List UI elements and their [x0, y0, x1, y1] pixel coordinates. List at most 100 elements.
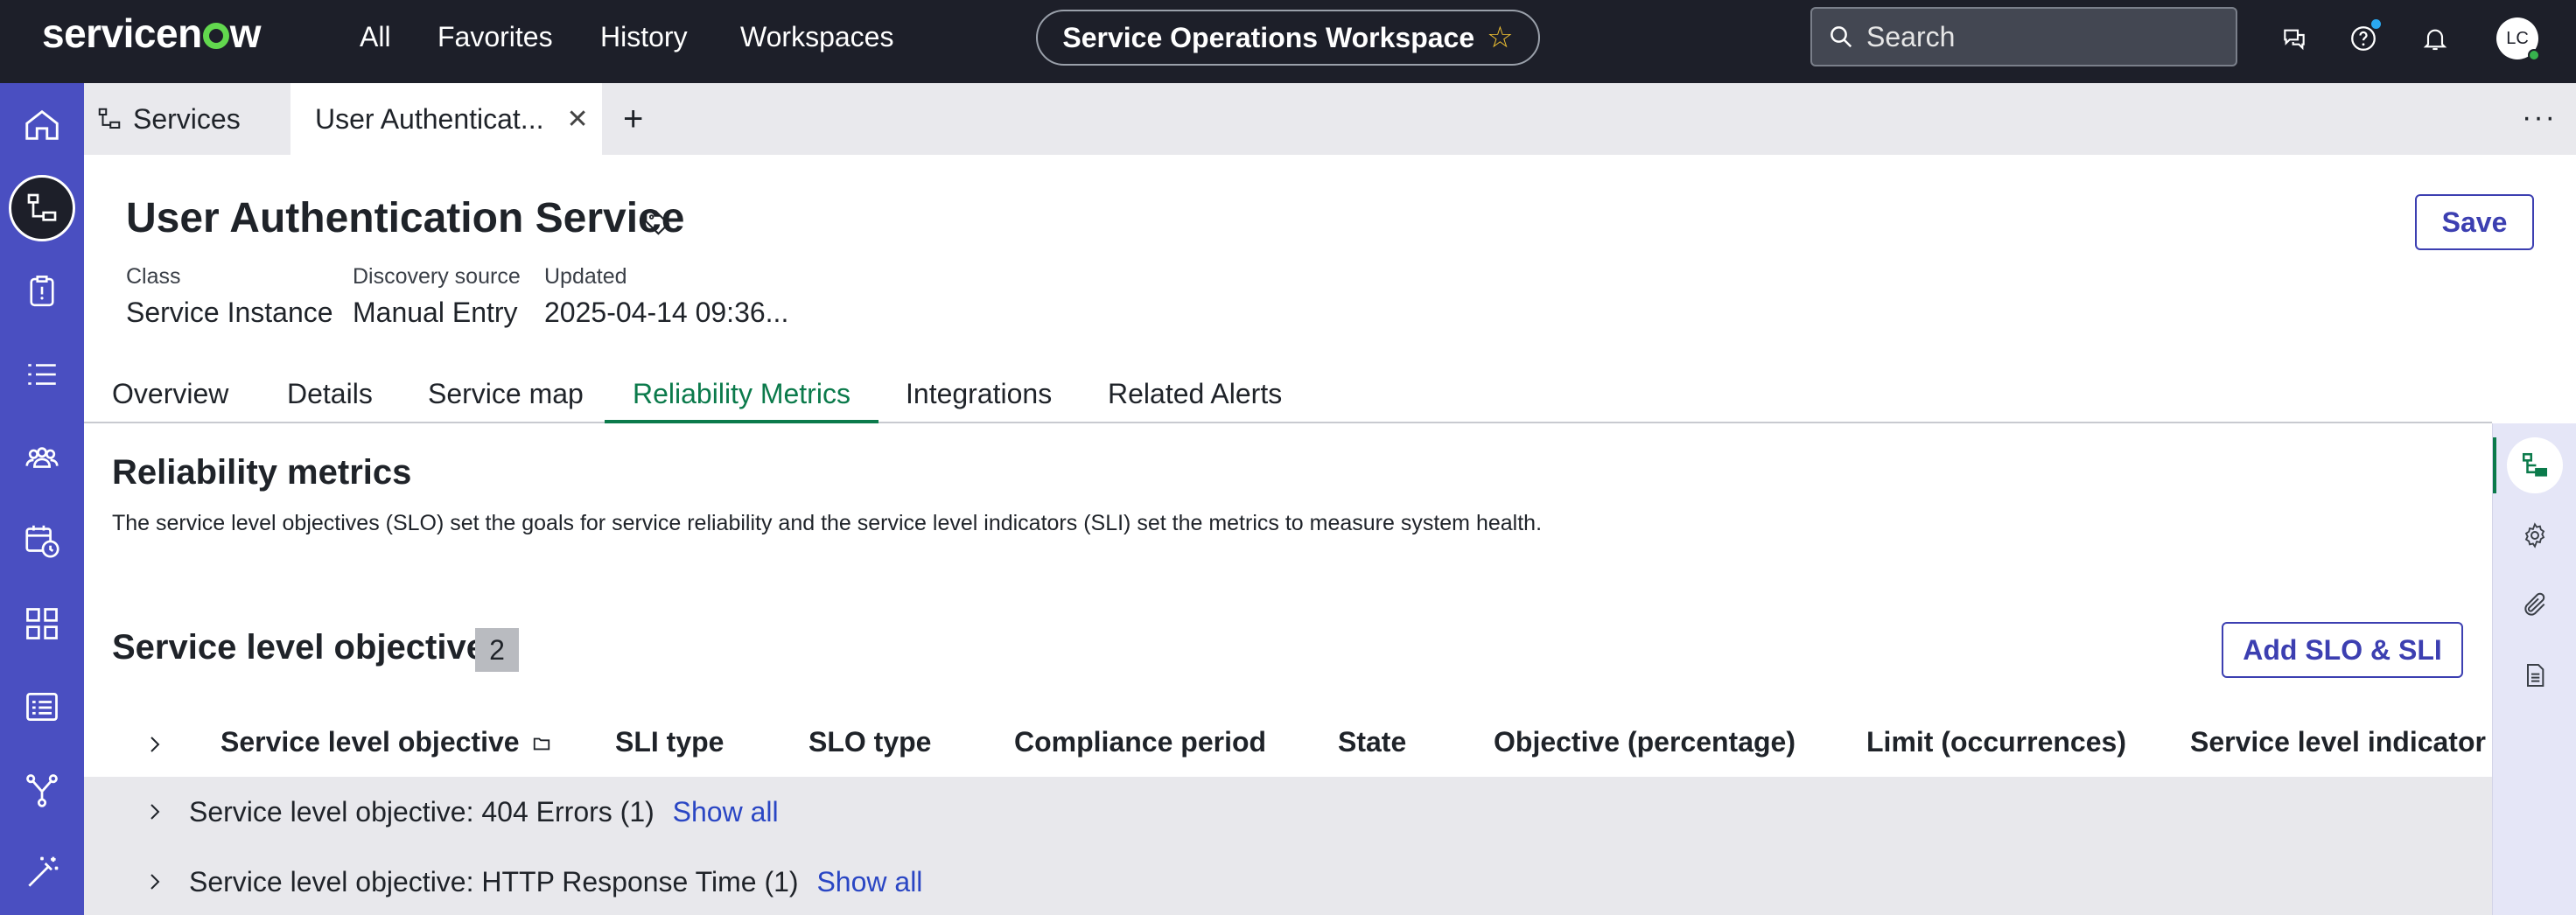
online-status-dot — [2528, 49, 2540, 61]
rail-home[interactable] — [0, 90, 84, 160]
star-icon[interactable]: ☆ — [1487, 20, 1513, 55]
column-header-objective[interactable]: Objective (percentage) — [1494, 726, 1796, 758]
folder-icon — [534, 737, 550, 751]
logo-text: servicen — [42, 10, 202, 56]
meta-value: 2025-04-14 09:36... — [544, 297, 789, 328]
chat-icon[interactable] — [2277, 21, 2312, 56]
tag-icon[interactable] — [642, 206, 672, 241]
group-row-text: Service level objective: 404 Errors (1) … — [189, 796, 779, 828]
list-icon — [28, 364, 56, 385]
gear-icon — [2524, 522, 2545, 548]
workspace-label: Service Operations Workspace — [1062, 21, 1475, 53]
expand-all-chevron-icon[interactable] — [142, 731, 168, 758]
nav-workspaces[interactable]: Workspaces — [740, 19, 893, 54]
top-navigation-bar: servicen w All Favorites History Workspac… — [0, 0, 2576, 83]
tab-user-authentication[interactable]: User Authenticat... ✕ — [290, 83, 602, 155]
tab-service-map[interactable]: Service map — [428, 367, 584, 423]
document-panel-button[interactable] — [2507, 647, 2563, 703]
tab-overview[interactable]: Overview — [112, 367, 228, 423]
table-row: Service level objective: 404 Errors (1) … — [84, 777, 2492, 847]
meta-value: Manual Entry — [353, 297, 518, 328]
plus-icon: + — [623, 99, 644, 138]
add-tab-button[interactable]: + — [623, 83, 658, 155]
attachments-panel-button[interactable] — [2507, 577, 2563, 633]
calendar-clock-icon — [25, 525, 60, 558]
tab-related-alerts[interactable]: Related Alerts — [1108, 367, 1282, 423]
nav-all[interactable]: All — [360, 19, 391, 54]
table-row: Service level objective: HTTP Response T… — [84, 847, 2492, 915]
user-avatar[interactable]: LC — [2496, 17, 2540, 61]
service-map-panel-button[interactable] — [2507, 437, 2563, 493]
column-header-slo-type[interactable]: SLO type — [808, 726, 931, 758]
save-button[interactable]: Save — [2415, 194, 2534, 250]
column-header-sli-type[interactable]: SLI type — [615, 726, 724, 758]
global-search[interactable] — [1810, 7, 2237, 66]
show-all-link[interactable]: Show all — [673, 796, 779, 828]
close-icon[interactable]: ✕ — [566, 104, 588, 135]
column-header-compliance-period[interactable]: Compliance period — [1014, 726, 1266, 758]
column-header-sli[interactable]: Service level indicator — [2190, 726, 2486, 758]
bell-icon[interactable] — [2418, 21, 2453, 56]
settings-panel-button[interactable] — [2507, 507, 2563, 563]
column-header-limit[interactable]: Limit (occurrences) — [1866, 726, 2126, 758]
service-map-icon — [98, 108, 121, 129]
record-section-tabs: Overview Details Service map Reliability… — [84, 367, 2492, 423]
show-all-link[interactable]: Show all — [816, 866, 922, 898]
expand-chevron-icon[interactable] — [142, 869, 168, 895]
branch-icon — [26, 774, 58, 807]
slo-table-header: Service level objective SLI type SLO typ… — [84, 710, 2492, 777]
page-title: User Authentication Service — [126, 195, 685, 241]
group-label: Service level objective: 404 Errors (1) — [189, 796, 654, 828]
active-indicator — [2493, 437, 2496, 493]
tab-label: Services — [133, 102, 241, 135]
reliability-metrics-heading: Reliability metrics — [112, 453, 412, 492]
add-slo-sli-button[interactable]: Add SLO & SLI — [2222, 622, 2463, 678]
meta-class: Class Service Instance — [126, 264, 333, 329]
home-icon — [25, 109, 59, 140]
reliability-metrics-description: The service level objectives (SLO) set t… — [112, 511, 1543, 535]
avatar-initials: LC — [2506, 28, 2529, 48]
slo-heading: Service level objectives — [112, 628, 506, 667]
servicenow-logo[interactable]: servicen w — [42, 7, 261, 59]
workspace-selector[interactable]: Service Operations Workspace ☆ — [1036, 10, 1540, 66]
right-context-rail — [2492, 423, 2576, 915]
meta-discovery-source: Discovery source Manual Entry — [353, 264, 521, 329]
notification-dot — [2371, 19, 2381, 29]
record-list-icon — [26, 692, 58, 722]
help-icon[interactable] — [2346, 19, 2381, 56]
rail-branch[interactable] — [0, 755, 84, 825]
more-options-icon[interactable]: ··· — [2522, 101, 2557, 135]
meta-label: Updated — [544, 264, 627, 289]
rail-magic[interactable] — [0, 838, 84, 908]
rail-clipboard[interactable] — [0, 256, 84, 326]
tab-reliability-metrics[interactable]: Reliability Metrics — [605, 367, 878, 423]
column-header-slo[interactable]: Service level objective — [220, 726, 551, 758]
column-header-state[interactable]: State — [1338, 726, 1406, 758]
service-map-icon — [27, 193, 57, 221]
logo-o-mark — [202, 23, 229, 49]
paperclip-icon — [2524, 592, 2545, 616]
tab-services[interactable]: Services — [96, 83, 289, 155]
meta-label: Class — [126, 264, 181, 289]
service-map-icon — [2522, 452, 2548, 477]
rail-dashboard[interactable] — [0, 589, 84, 659]
rail-services[interactable] — [0, 173, 84, 243]
column-label: Service level objective — [220, 726, 520, 758]
group-row-text: Service level objective: HTTP Response T… — [189, 866, 922, 898]
left-navigation-rail — [0, 83, 84, 915]
tab-details[interactable]: Details — [287, 367, 373, 423]
expand-chevron-icon[interactable] — [142, 799, 168, 825]
rail-records[interactable] — [0, 672, 84, 742]
search-input[interactable] — [1866, 20, 2199, 53]
nav-favorites[interactable]: Favorites — [438, 19, 553, 54]
rail-list[interactable] — [0, 339, 84, 409]
people-group-icon — [25, 447, 59, 468]
grid-icon — [26, 608, 58, 639]
rail-groups[interactable] — [0, 423, 84, 492]
tab-label: User Authenticat... — [315, 102, 544, 135]
magic-wand-icon — [28, 856, 59, 887]
logo-text-end: w — [229, 10, 262, 56]
rail-schedule[interactable] — [0, 506, 84, 576]
nav-history[interactable]: History — [600, 19, 688, 54]
tab-integrations[interactable]: Integrations — [906, 367, 1052, 423]
